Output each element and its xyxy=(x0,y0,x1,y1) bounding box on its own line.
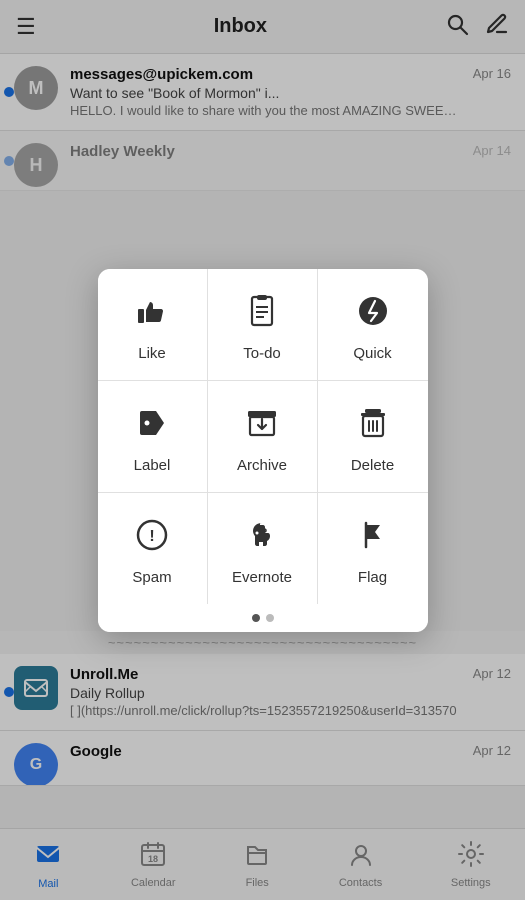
flag-action[interactable]: Flag xyxy=(318,493,428,604)
delete-action[interactable]: Delete xyxy=(318,381,428,493)
archive-label: Archive xyxy=(237,457,287,474)
like-icon xyxy=(132,291,172,337)
dot-1[interactable] xyxy=(252,614,260,622)
delete-label: Delete xyxy=(351,457,394,474)
like-label: Like xyxy=(138,345,166,362)
evernote-icon xyxy=(242,515,282,561)
evernote-label: Evernote xyxy=(232,569,292,586)
spam-icon: ! xyxy=(132,515,172,561)
todo-label: To-do xyxy=(243,345,281,362)
delete-icon xyxy=(353,403,393,449)
label-icon xyxy=(132,403,172,449)
action-overlay[interactable]: Like To-do xyxy=(0,0,525,900)
action-modal: Like To-do xyxy=(98,269,428,632)
flag-label: Flag xyxy=(358,569,387,586)
quick-action[interactable]: Quick xyxy=(318,269,428,381)
action-grid: Like To-do xyxy=(98,269,428,604)
label-label: Label xyxy=(134,457,171,474)
evernote-action[interactable]: Evernote xyxy=(208,493,318,604)
svg-text:!: ! xyxy=(149,528,154,545)
like-action[interactable]: Like xyxy=(98,269,208,381)
archive-icon xyxy=(242,403,282,449)
label-action[interactable]: Label xyxy=(98,381,208,493)
archive-action[interactable]: Archive xyxy=(208,381,318,493)
quick-label: Quick xyxy=(353,345,391,362)
todo-icon xyxy=(242,291,282,337)
spam-action[interactable]: ! Spam xyxy=(98,493,208,604)
quick-icon xyxy=(353,291,393,337)
dot-2[interactable] xyxy=(266,614,274,622)
spam-label: Spam xyxy=(132,569,171,586)
todo-action[interactable]: To-do xyxy=(208,269,318,381)
modal-pagination xyxy=(98,604,428,632)
flag-icon xyxy=(353,515,393,561)
